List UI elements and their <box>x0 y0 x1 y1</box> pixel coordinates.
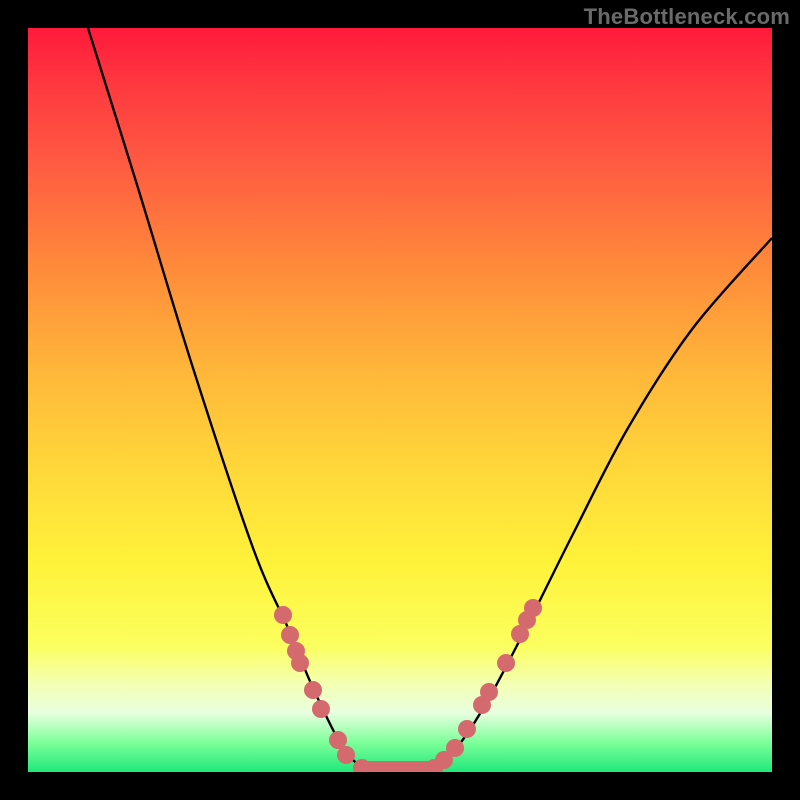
curve-left <box>88 28 363 768</box>
dots-right <box>425 599 542 772</box>
data-point <box>337 746 355 764</box>
outer-frame: TheBottleneck.com <box>0 0 800 800</box>
data-point <box>291 654 309 672</box>
data-point <box>281 626 299 644</box>
plot-area <box>28 28 772 772</box>
data-point <box>446 739 464 757</box>
data-point <box>497 654 515 672</box>
chart-svg <box>28 28 772 772</box>
data-point <box>304 681 322 699</box>
data-point <box>458 720 476 738</box>
data-point <box>312 700 330 718</box>
watermark-text: TheBottleneck.com <box>584 4 790 30</box>
data-point <box>274 606 292 624</box>
dots-left <box>274 606 371 772</box>
data-point <box>480 683 498 701</box>
data-point <box>524 599 542 617</box>
